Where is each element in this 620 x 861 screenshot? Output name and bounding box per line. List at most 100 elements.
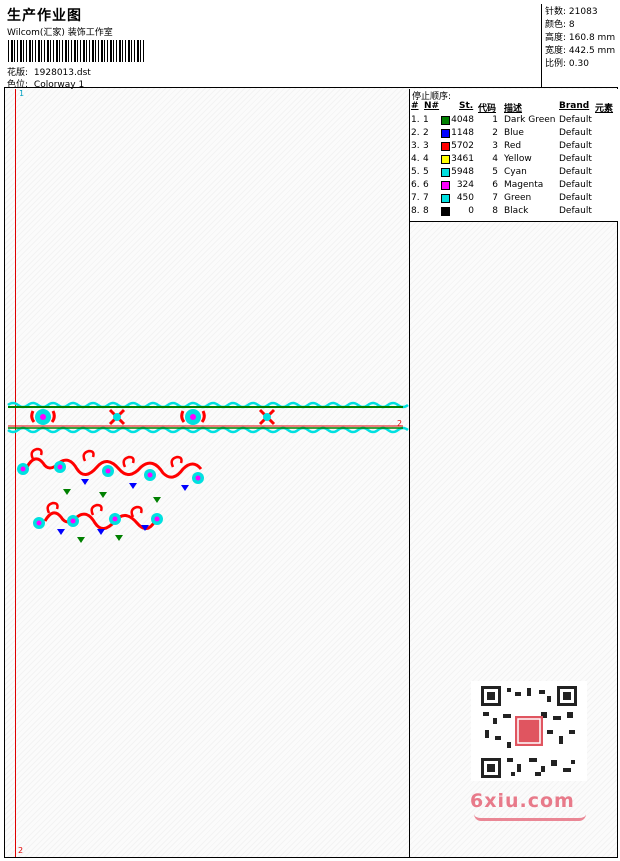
- color-row-code: 2: [492, 128, 498, 138]
- color-row-st: 5702: [451, 141, 474, 151]
- col-header-brand: Brand: [559, 101, 590, 111]
- qr-code-graphic: [481, 686, 577, 778]
- color-row-desc: Magenta: [504, 180, 544, 190]
- color-row-brand: Default: [559, 128, 592, 138]
- design-canvas: 1 2 2: [5, 89, 409, 857]
- col-header-stitches: St.: [459, 101, 474, 111]
- embroidery-design: [7, 401, 409, 543]
- color-row-brand: Default: [559, 180, 592, 190]
- qr-logo: [515, 716, 543, 746]
- color-row-num: 6.: [411, 180, 420, 190]
- color-row-desc: Yellow: [504, 154, 532, 164]
- color-swatch: [441, 129, 450, 138]
- color-row-st: 5948: [451, 167, 474, 177]
- color-row: 8. 8 0 8 Black Default: [410, 206, 618, 219]
- col-header-description: 描述: [504, 104, 523, 114]
- watermark-logo: 6xiu.com: [470, 790, 575, 812]
- color-row-st: 4048: [451, 115, 474, 125]
- color-row-brand: Default: [559, 206, 592, 216]
- border-motif: [258, 408, 276, 426]
- color-row: 1. 1 4048 1 Dark Green Default: [410, 115, 618, 128]
- color-swatch: [441, 155, 450, 164]
- stat-value: 0.30: [568, 59, 589, 69]
- watermark-swoosh: [474, 814, 586, 821]
- color-row-num: 2.: [411, 128, 420, 138]
- color-row-desc: Black: [504, 206, 529, 216]
- color-swatch: [441, 116, 450, 125]
- color-swatch: [441, 207, 450, 216]
- stitch-count-row: 针数: 21083: [545, 6, 618, 19]
- stat-label: 针数:: [545, 7, 567, 17]
- color-row-st: 0: [468, 206, 474, 216]
- color-row-code: 5: [492, 167, 498, 177]
- border-motif: [108, 408, 126, 426]
- color-row-num: 4.: [411, 154, 420, 164]
- color-row-num: 1.: [411, 115, 420, 125]
- stat-label: 比例:: [545, 59, 567, 69]
- col-header-index: #: [411, 101, 419, 111]
- color-row-num: 7.: [411, 193, 420, 203]
- color-row-num: 5.: [411, 167, 420, 177]
- color-row-n: 8: [423, 206, 429, 216]
- color-row: 7. 7 450 7 Green Default: [410, 193, 618, 206]
- color-row-st: 1148: [451, 128, 474, 138]
- color-row-st: 450: [456, 193, 474, 203]
- color-row-desc: Blue: [504, 128, 524, 138]
- color-swatch: [441, 142, 450, 151]
- color-row-n: 5: [423, 167, 429, 177]
- color-row: 2. 2 1148 2 Blue Default: [410, 128, 618, 141]
- color-row-desc: Dark Green: [504, 115, 556, 125]
- header-info: 生产作业图 Wilcom(汇家) 装饰工作室 花版: 1928013.dst 色…: [4, 4, 542, 90]
- color-row-n: 3: [423, 141, 429, 151]
- barcode: [8, 40, 144, 62]
- color-row-code: 6: [492, 180, 498, 190]
- stat-label: 颜色:: [545, 20, 567, 30]
- color-row-n: 1: [423, 115, 429, 125]
- color-row-code: 7: [492, 193, 498, 203]
- stat-value: 442.5 mm: [568, 46, 616, 56]
- color-row-n: 6: [423, 180, 429, 190]
- color-row: 6. 6 324 6 Magenta Default: [410, 180, 618, 193]
- border-motif: [180, 409, 206, 425]
- color-row-code: 1: [492, 115, 498, 125]
- height-row: 高度: 160.8 mm: [545, 32, 618, 45]
- color-row-num: 8.: [411, 206, 420, 216]
- stat-value: 8: [568, 20, 575, 30]
- color-count-row: 颜色: 8: [545, 19, 618, 32]
- color-row-brand: Default: [559, 115, 592, 125]
- stat-label: 高度:: [545, 33, 567, 43]
- stats-panel: 针数: 21083 颜色: 8 高度: 160.8 mm 宽度: 442.5 m…: [542, 4, 618, 88]
- color-row: 5. 5 5948 5 Cyan Default: [410, 167, 618, 180]
- color-row-n: 2: [423, 128, 429, 138]
- color-row-desc: Green: [504, 193, 532, 203]
- border-motif: [30, 409, 56, 425]
- color-row-st: 324: [456, 180, 474, 190]
- color-row-brand: Default: [559, 141, 592, 151]
- color-row-brand: Default: [559, 193, 592, 203]
- stop-sequence-panel: 停止顺序: # N# St. 代码 描述 Brand 元素 1. 1 4048 1 Da…: [410, 89, 618, 222]
- floral-vine: [33, 501, 163, 543]
- color-row-code: 8: [492, 206, 498, 216]
- color-row-num: 3.: [411, 141, 420, 151]
- color-row-desc: Red: [504, 141, 522, 151]
- color-row-desc: Cyan: [504, 167, 527, 177]
- scale-row: 比例: 0.30: [545, 58, 618, 71]
- color-swatch: [441, 181, 450, 190]
- color-swatch: [441, 194, 450, 203]
- col-header-code: 代码: [478, 104, 497, 114]
- color-row: 3. 3 5702 3 Red Default: [410, 141, 618, 154]
- color-row-brand: Default: [559, 167, 592, 177]
- color-row-code: 4: [492, 154, 498, 164]
- color-row-code: 3: [492, 141, 498, 151]
- color-row-n: 7: [423, 193, 429, 203]
- col-header-element: 元素: [595, 104, 614, 114]
- col-header-needle: N#: [424, 101, 440, 111]
- color-row-n: 4: [423, 154, 429, 164]
- width-row: 宽度: 442.5 mm: [545, 45, 618, 58]
- company-name: Wilcom(汇家) 装饰工作室: [7, 28, 113, 38]
- color-row-st: 3461: [451, 154, 474, 164]
- stat-label: 宽度:: [545, 46, 567, 56]
- stat-value: 21083: [568, 7, 598, 17]
- qr-code: [471, 681, 587, 781]
- color-swatch: [441, 168, 450, 177]
